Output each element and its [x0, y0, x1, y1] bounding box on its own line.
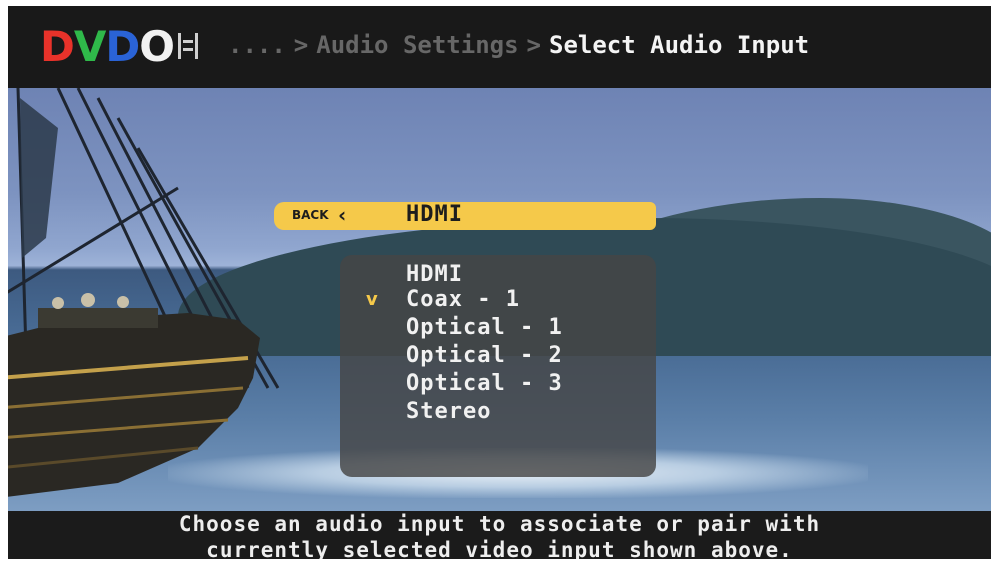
checkmark-icon: v	[366, 289, 378, 310]
chevron-left-icon[interactable]: ‹	[338, 203, 346, 227]
background-video-scene: HDMI v Coax - 1 Optical - 1 Optical - 2 …	[8, 88, 991, 511]
menu-item-optical-3[interactable]: Optical - 3	[406, 371, 563, 396]
menu-item-optical-1[interactable]: Optical - 1	[406, 315, 563, 340]
dvdo-logo: DVDO	[40, 21, 198, 71]
help-text-line-1: Choose an audio input to associate or pa…	[178, 512, 821, 536]
logo-letter-d1: D	[40, 21, 75, 71]
logo-mark-icon	[177, 33, 198, 59]
menu-item-optical-2[interactable]: Optical - 2	[406, 343, 563, 368]
back-button[interactable]: BACK	[292, 208, 329, 222]
selected-item-label[interactable]: HDMI	[406, 202, 463, 227]
selected-item-highlight[interactable]: BACK ‹ HDMI	[274, 202, 656, 230]
menu-item-stereo[interactable]: Stereo	[406, 399, 491, 424]
breadcrumb: .... > Audio Settings > Select Audio Input	[228, 31, 809, 59]
breadcrumb-separator: >	[526, 31, 541, 59]
breadcrumb-ellipsis[interactable]: ....	[228, 31, 286, 59]
osd-frame: DVDO .... > Audio Settings > Select Audio In…	[8, 6, 991, 559]
logo-letter-d2: D	[105, 21, 140, 71]
audio-input-menu: HDMI v Coax - 1 Optical - 1 Optical - 2 …	[340, 255, 656, 477]
logo-letter-v: V	[73, 21, 107, 71]
logo-letter-o: O	[139, 21, 175, 71]
help-text-line-2: currently selected video input shown abo…	[206, 538, 793, 559]
breadcrumb-separator: >	[293, 31, 309, 59]
menu-item-hdmi[interactable]: HDMI	[406, 262, 463, 287]
breadcrumb-parent[interactable]: Audio Settings	[316, 31, 518, 59]
breadcrumb-current: Select Audio Input	[549, 31, 810, 59]
sailing-ship-image	[8, 88, 280, 497]
header-bar: DVDO .... > Audio Settings > Select Audio In…	[8, 6, 991, 88]
menu-item-coax-1[interactable]: Coax - 1	[406, 287, 520, 312]
help-text-footer: Choose an audio input to associate or pa…	[8, 511, 991, 559]
